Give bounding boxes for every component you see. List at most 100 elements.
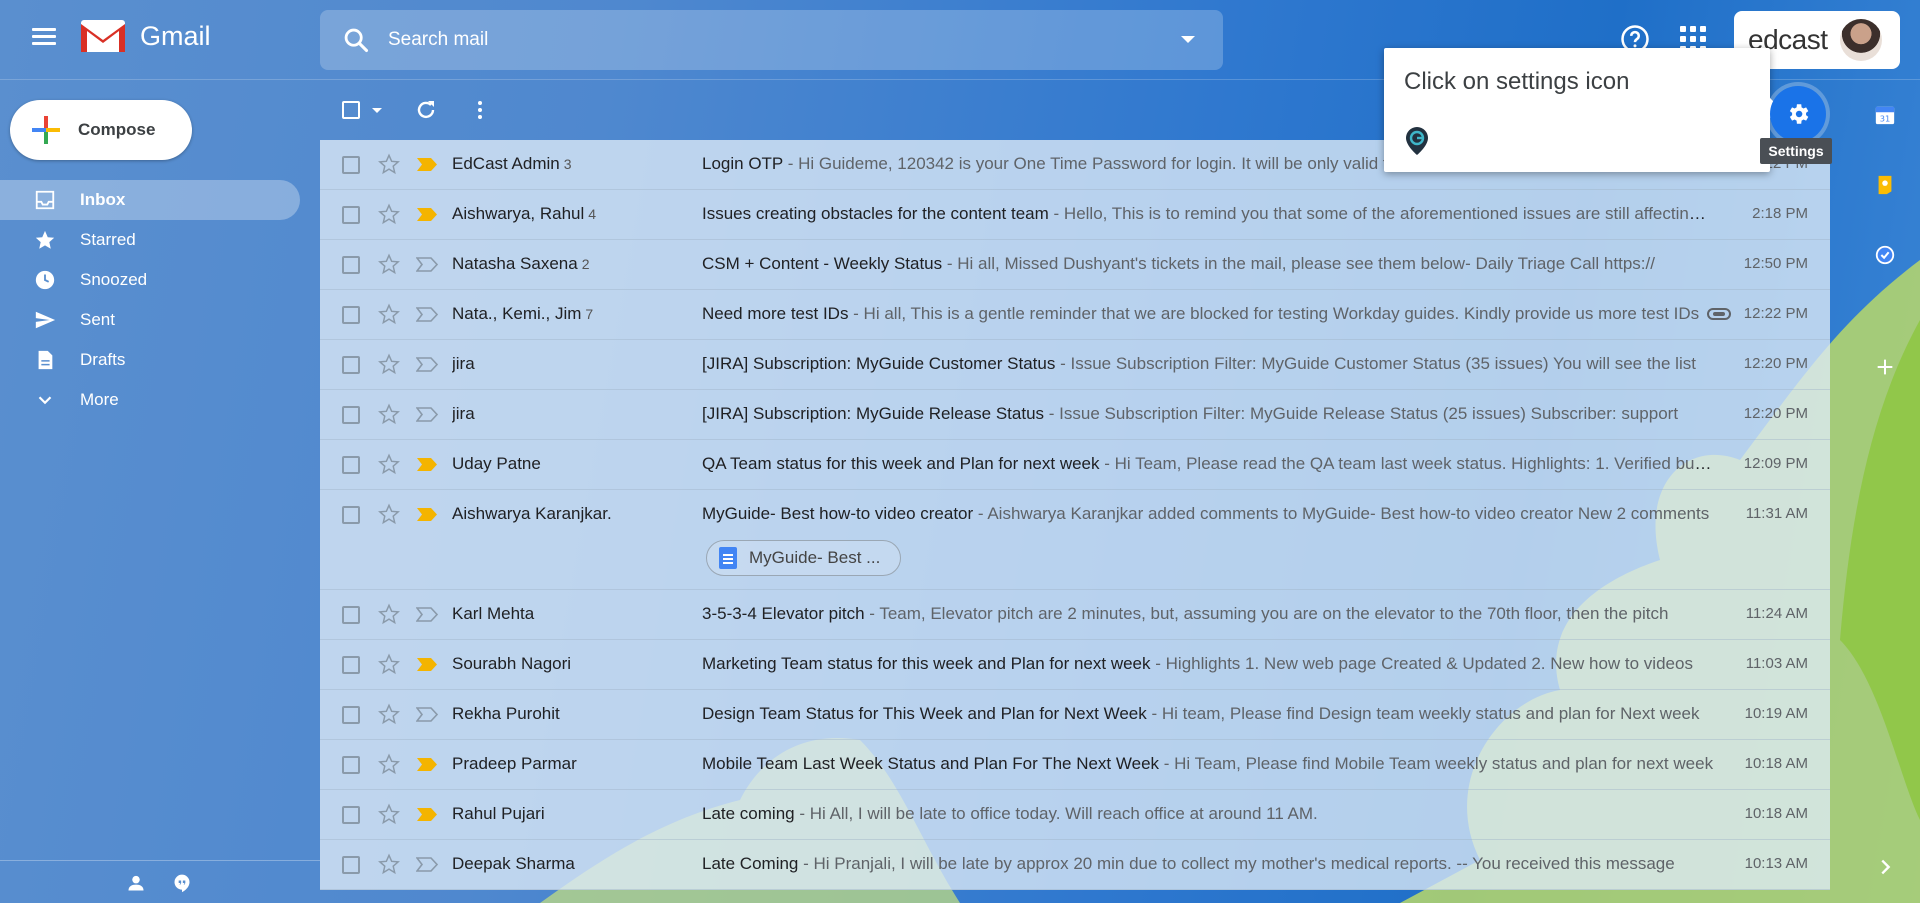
not-important-marker-icon[interactable]: [416, 857, 438, 872]
not-important-marker-icon[interactable]: [416, 307, 438, 322]
important-marker-icon[interactable]: [416, 207, 438, 222]
chevron-right-icon[interactable]: [1874, 856, 1896, 878]
important-marker-icon[interactable]: [416, 507, 438, 522]
row-checkbox[interactable]: [342, 706, 360, 724]
email-list: EdCast Admin 3 Login OTP - Hi Guideme, 120…: [320, 140, 1830, 890]
email-row[interactable]: Deepak Sharma Late Coming - Hi Pranjali, …: [320, 840, 1830, 890]
search-icon[interactable]: [342, 26, 370, 54]
email-subject: Issues creating obstacles for the conten…: [702, 204, 1049, 223]
sidebar-item-starred[interactable]: Starred: [0, 220, 300, 260]
star-icon[interactable]: [378, 703, 400, 725]
avatar[interactable]: [1839, 19, 1882, 61]
star-icon[interactable]: [378, 603, 400, 625]
sidebar-item-drafts[interactable]: Drafts: [0, 340, 300, 380]
sender-name: Aishwarya Karanjkar.: [452, 504, 612, 523]
guide-title: Click on settings icon: [1404, 68, 1630, 95]
row-checkbox[interactable]: [342, 856, 360, 874]
attachment-chip[interactable]: MyGuide- Best ...: [706, 540, 902, 576]
star-icon[interactable]: [378, 853, 400, 875]
star-icon[interactable]: [378, 453, 400, 475]
star-icon[interactable]: [378, 203, 400, 225]
not-important-marker-icon[interactable]: [416, 257, 438, 272]
email-row[interactable]: Sourabh Nagori Marketing Team status for …: [320, 640, 1830, 690]
sidebar-item-label: More: [80, 390, 119, 409]
select-all-checkbox[interactable]: [342, 101, 360, 119]
gmail-logo[interactable]: Gmail: [80, 18, 211, 54]
email-row[interactable]: Rahul Pujari Late coming - Hi All, I will…: [320, 790, 1830, 840]
send-icon: [35, 311, 56, 329]
row-checkbox[interactable]: [342, 406, 360, 424]
important-marker-icon[interactable]: [416, 757, 438, 772]
row-checkbox[interactable]: [342, 456, 360, 474]
not-important-marker-icon[interactable]: [416, 707, 438, 722]
row-checkbox[interactable]: [342, 806, 360, 824]
star-icon[interactable]: [378, 403, 400, 425]
attachment-icon[interactable]: [1706, 304, 1732, 324]
main-menu-button[interactable]: [28, 24, 60, 56]
email-row[interactable]: Karl Mehta 3-5-3-4 Elevator pitch - Team,…: [320, 590, 1830, 640]
search-input[interactable]: [388, 29, 1148, 51]
sidebar-item-sent[interactable]: Sent: [0, 300, 300, 340]
select-dropdown-icon[interactable]: [372, 108, 382, 113]
star-icon[interactable]: [378, 303, 400, 325]
row-checkbox[interactable]: [342, 206, 360, 224]
row-checkbox[interactable]: [342, 506, 360, 524]
star-icon[interactable]: [378, 253, 400, 275]
sidebar-item-more[interactable]: More: [0, 380, 300, 420]
refresh-icon[interactable]: [414, 98, 438, 122]
row-checkbox[interactable]: [342, 356, 360, 374]
star-icon[interactable]: [378, 653, 400, 675]
row-checkbox[interactable]: [342, 256, 360, 274]
star-icon[interactable]: [378, 353, 400, 375]
email-row[interactable]: Pradeep Parmar Mobile Team Last Week Stat…: [320, 740, 1830, 790]
important-marker-icon[interactable]: [416, 807, 438, 822]
email-row[interactable]: Aishwarya, Rahul 4 Issues creating obstacl…: [320, 190, 1830, 240]
email-time: 10:18 AM: [1744, 755, 1808, 772]
sender-name: Rekha Purohit: [452, 704, 560, 723]
important-marker-icon[interactable]: [416, 657, 438, 672]
calendar-icon[interactable]: 31: [1874, 104, 1896, 126]
keep-icon[interactable]: [1874, 174, 1896, 196]
important-marker-icon[interactable]: [416, 457, 438, 472]
tasks-icon[interactable]: [1874, 244, 1896, 266]
sender-name: Karl Mehta: [452, 604, 535, 623]
sidebar-item-inbox[interactable]: Inbox: [0, 180, 300, 220]
email-row[interactable]: Natasha Saxena 2 CSM + Content - Weekly St…: [320, 240, 1830, 290]
email-row[interactable]: jira [JIRA] Subscription: MyGuide Custome…: [320, 340, 1830, 390]
row-checkbox[interactable]: [342, 656, 360, 674]
row-checkbox[interactable]: [342, 306, 360, 324]
not-important-marker-icon[interactable]: [416, 607, 438, 622]
star-icon[interactable]: [378, 803, 400, 825]
row-checkbox[interactable]: [342, 156, 360, 174]
email-row[interactable]: Rekha Purohit Design Team Status for This…: [320, 690, 1830, 740]
email-preview: Design Team Status for This Week and Pla…: [702, 704, 1714, 724]
more-options-icon[interactable]: [468, 98, 492, 122]
not-important-marker-icon[interactable]: [416, 357, 438, 372]
search-bar[interactable]: [320, 10, 1223, 70]
add-addon-icon[interactable]: [1874, 356, 1896, 378]
settings-button[interactable]: [1770, 86, 1826, 142]
email-preview: MyGuide- Best how-to video creator - Ais…: [702, 504, 1714, 524]
star-icon[interactable]: [378, 503, 400, 525]
person-icon[interactable]: [126, 873, 146, 893]
row-checkbox[interactable]: [342, 756, 360, 774]
email-row[interactable]: Nata., Kemi., Jim 7 Need more test IDs - H…: [320, 290, 1830, 340]
hangouts-icon[interactable]: [172, 873, 192, 893]
compose-button[interactable]: Compose: [10, 100, 192, 160]
row-checkbox[interactable]: [342, 606, 360, 624]
email-preview: Late coming - Hi All, I will be late to …: [702, 804, 1714, 824]
email-preview: Issues creating obstacles for the conten…: [702, 204, 1714, 224]
not-important-marker-icon[interactable]: [416, 407, 438, 422]
star-icon[interactable]: [378, 753, 400, 775]
star-icon[interactable]: [378, 153, 400, 175]
sender-name: Aishwarya, Rahul: [452, 204, 585, 223]
email-snippet: - Hi Guideme, 120342 is your One Time Pa…: [782, 154, 1486, 173]
important-marker-icon[interactable]: [416, 157, 438, 172]
sidebar-item-snoozed[interactable]: Snoozed: [0, 260, 300, 300]
email-row[interactable]: Aishwarya Karanjkar. MyGuide- Best how-to…: [320, 490, 1830, 590]
email-time: 12:20 PM: [1743, 405, 1808, 422]
email-subject: Need more test IDs: [702, 304, 849, 323]
email-row[interactable]: Uday Patne QA Team status for this week a…: [320, 440, 1830, 490]
search-options-icon[interactable]: [1181, 36, 1195, 43]
email-row[interactable]: jira [JIRA] Subscription: MyGuide Release…: [320, 390, 1830, 440]
